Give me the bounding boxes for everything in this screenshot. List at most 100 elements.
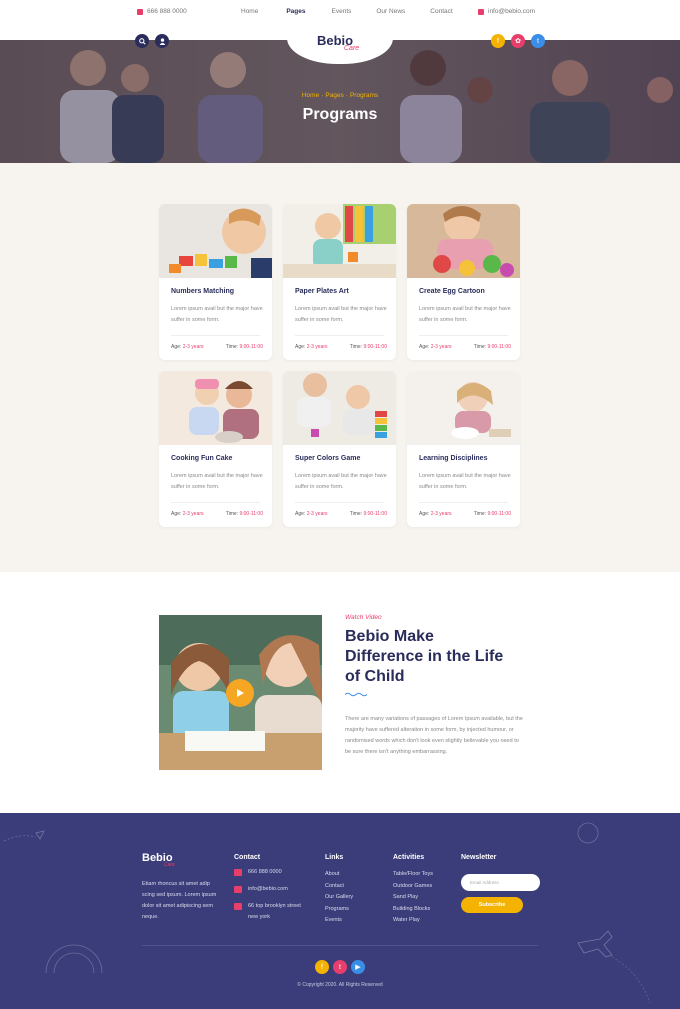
instagram-button[interactable]: ✿ [511,34,525,48]
age-label: Age: [419,511,430,517]
page-title: Programs [302,106,378,123]
program-description: Lorem ipsum avail but the major have suf… [419,473,511,490]
video-description: There are many variations of passages of… [345,716,523,755]
topbar-phone[interactable]: 666 888 0000 [137,8,187,15]
footer-activities-heading: Activities [393,854,425,861]
age-label: Age: [419,344,430,350]
time-value: 9:00-11:00 [487,511,511,517]
program-title[interactable]: Learning Disciplines [419,455,487,462]
footer-phone[interactable]: 666 888 0000 [248,869,282,876]
program-image [159,204,272,278]
account-button[interactable] [155,34,169,48]
twitter-button[interactable]: t [531,34,545,48]
age-value: 2-3 years [430,344,452,350]
footer-activity[interactable]: Water Play [393,917,433,929]
divider [171,502,260,503]
program-card[interactable]: Paper Plates Art Lorem ipsum avail but t… [283,204,396,360]
instagram-icon: ✿ [515,38,521,45]
time-value: 9:00-11:00 [239,344,263,350]
program-meta: Age: 2-3 years Time: 9:00-11:00 [295,344,387,350]
program-meta: Age: 2-3 years Time: 9:00-11:00 [171,511,263,517]
user-icon [159,37,165,45]
program-meta: Age: 2-3 years Time: 9:00-11:00 [419,511,511,517]
subscribe-button[interactable]: Subscribe [461,897,523,913]
program-age: Age: 2-3 years [295,511,328,517]
facebook-icon: f [497,37,499,45]
program-card[interactable]: Numbers Matching Lorem ipsum avail but t… [159,204,272,360]
program-title[interactable]: Paper Plates Art [295,288,349,295]
topbar-email-text: info@bebio.com [488,8,536,15]
program-meta: Age: 2-3 years Time: 9:00-11:00 [171,344,263,350]
program-title[interactable]: Numbers Matching [171,288,234,295]
program-time: Time: 9:00-11:00 [474,511,511,517]
location-icon [234,903,242,910]
search-button[interactable] [135,34,149,48]
footer-facebook-button[interactable]: f [315,960,329,974]
video-thumbnail[interactable] [159,615,322,770]
footer: Bebio Care Etiam rhoncus sit amet adip s… [0,813,680,1009]
footer-about: Etiam rhoncus sit amet adip scing sed ip… [142,881,217,920]
time-value: 9:00-11:00 [239,511,263,517]
footer-link[interactable]: Our Gallery [325,894,353,906]
divider [295,335,384,336]
nav-events[interactable]: Events [332,8,352,15]
footer-activity[interactable]: Table/Floor Toys [393,871,433,883]
newsletter-email-input[interactable]: Email Address [461,874,540,891]
nav-contact[interactable]: Contact [430,8,452,15]
time-label: Time: [225,511,239,517]
program-card[interactable]: Cooking Fun Cake Lorem ipsum avail but t… [159,371,272,527]
search-icon [138,37,146,45]
footer-email[interactable]: info@bebio.com [248,886,288,893]
program-image [407,204,520,278]
video-section: Watch Video Bebio Make Difference in the… [0,572,680,813]
mail-icon [478,8,484,15]
nav-our-news[interactable]: Our News [376,8,405,15]
program-card[interactable]: Super Colors Game Lorem ipsum avail but … [283,371,396,527]
footer-link[interactable]: About [325,871,353,883]
program-meta: Age: 2-3 years Time: 9:00-11:00 [419,344,511,350]
footer-twitter-button[interactable]: t [333,960,347,974]
program-description: Lorem ipsum avail but the major have suf… [171,473,263,490]
nav-home[interactable]: Home [241,8,258,15]
footer-logo[interactable]: Bebio Care [142,852,175,868]
brand-logo[interactable]: Bebio Care [317,33,359,52]
program-age: Age: 2-3 years [295,344,328,350]
program-card[interactable]: Create Egg Cartoon Lorem ipsum avail but… [407,204,520,360]
footer-links: About Contact Our Gallery Programs Event… [325,871,353,929]
breadcrumb-home[interactable]: Home [302,92,319,99]
age-value: 2-3 years [182,344,204,350]
footer-youtube-button[interactable]: ▶ [351,960,365,974]
breadcrumb-pages[interactable]: Pages [325,92,343,99]
topbar-phone-text: 666 888 0000 [147,8,187,15]
footer-link[interactable]: Events [325,917,353,929]
footer-link[interactable]: Contact [325,883,353,895]
program-time: Time: 9:00-11:00 [226,511,263,517]
play-icon [237,689,244,697]
footer-newsletter-heading: Newsletter [461,854,497,861]
age-value: 2-3 years [182,511,204,517]
topbar-email[interactable]: info@bebio.com [478,8,535,15]
footer-activity[interactable]: Building Blocks [393,906,433,918]
footer-link[interactable]: Programs [325,906,353,918]
footer-contact-heading: Contact [234,854,261,861]
program-image [283,204,396,278]
program-title[interactable]: Cooking Fun Cake [171,455,232,462]
program-title[interactable]: Super Colors Game [295,455,360,462]
brand-tagline: Care [344,45,360,52]
facebook-button[interactable]: f [491,34,505,48]
program-description: Lorem ipsum avail but the major have suf… [419,306,511,323]
play-button[interactable] [226,679,254,707]
program-age: Age: 2-3 years [171,511,204,517]
divider [419,502,508,503]
footer-activity[interactable]: Sand Play [393,894,433,906]
nav-pages[interactable]: Pages [286,8,305,15]
facebook-icon: f [321,963,323,971]
age-value: 2-3 years [306,511,328,517]
program-card[interactable]: Learning Disciplines Lorem ipsum avail b… [407,371,520,527]
program-description: Lorem ipsum avail but the major have suf… [171,306,263,323]
age-label: Age: [171,511,182,517]
footer-activity[interactable]: Outdoor Games [393,883,433,895]
program-title[interactable]: Create Egg Cartoon [419,288,485,295]
time-label: Time: [473,511,487,517]
watch-video-link[interactable]: Watch Video [345,614,382,621]
